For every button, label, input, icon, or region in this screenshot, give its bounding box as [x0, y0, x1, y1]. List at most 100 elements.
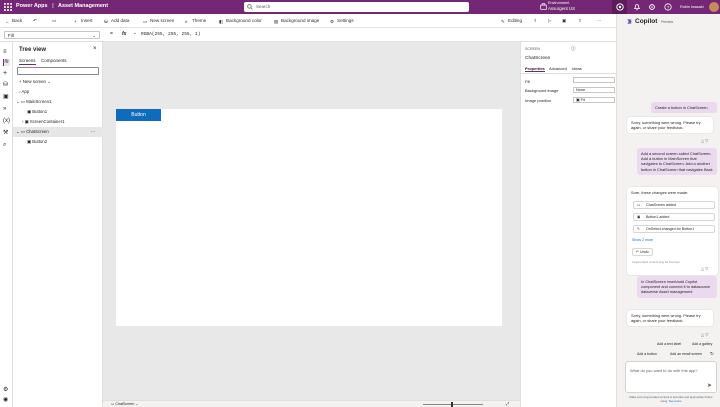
power-automate-icon[interactable]: » [3, 106, 10, 113]
terms-link[interactable]: See terms [669, 399, 682, 403]
search-icon[interactable]: ⌕ [3, 142, 10, 149]
account-icon[interactable]: ◉ [3, 397, 10, 404]
copilot-toggle[interactable] [612, 0, 627, 14]
property-dropdown[interactable]: Fill ⌄ [4, 31, 100, 39]
tree-node-button1[interactable]: ▣ Button1 [13, 107, 103, 117]
fill-color-picker[interactable] [573, 77, 615, 83]
tab-advanced[interactable]: Advanced [549, 66, 567, 71]
send-icon[interactable]: ➤ [707, 382, 712, 389]
background-image-button[interactable]: ▨ Background image [274, 18, 319, 24]
thumbs-up-icon[interactable]: △ [701, 138, 704, 143]
fullscreen-icon[interactable]: ⤢ [506, 401, 509, 406]
project-name[interactable]: Asset Management [58, 3, 108, 9]
media-icon[interactable]: ▣ [3, 94, 10, 101]
preview-button[interactable]: ▷ [548, 18, 552, 24]
new-screen-link[interactable]: + New screen ⌄ [19, 79, 51, 85]
variables-icon[interactable]: (x) [3, 118, 10, 125]
tools-icon[interactable]: ⚒ [3, 130, 10, 137]
chatscreen-canvas[interactable] [116, 109, 502, 326]
command-bar: ← Back ↶ ▭ + Insert ⛁ Add data ▭ New screen … [0, 14, 616, 28]
app-checker-button[interactable]: ⚕ [534, 18, 537, 24]
background-color-button[interactable]: ◧ Background color [219, 18, 262, 24]
save-button[interactable]: ▣ [562, 18, 566, 24]
environment-icon [540, 3, 547, 10]
data-icon[interactable]: ⛁ [3, 82, 10, 89]
background-color-label: Background color [226, 18, 262, 23]
close-icon[interactable]: × [93, 46, 97, 52]
editing-mode-button[interactable]: ✎ Editing [501, 18, 522, 24]
insert-icon[interactable]: + [3, 70, 10, 77]
back-button[interactable]: ← Back [5, 18, 22, 24]
suggestion-chip[interactable]: Add a text label [657, 342, 681, 346]
suggestion-chip[interactable]: Add a button [637, 352, 657, 356]
change-item[interactable]: ▣ Button1 added [633, 213, 715, 221]
zoom-slider-thumb[interactable] [451, 402, 453, 407]
tree-search-input[interactable] [17, 67, 99, 75]
tree-view-icon[interactable]: ≋ [3, 59, 10, 66]
clipboard-button[interactable]: ▭ [52, 18, 56, 24]
thumbs-up-icon[interactable]: △ [701, 266, 704, 271]
suggestion-chip[interactable]: Add an email screen [670, 352, 702, 356]
user-avatar[interactable] [709, 2, 719, 12]
suggestion-chip[interactable]: Add a gallery [692, 342, 712, 346]
app-launcher-icon[interactable] [4, 3, 12, 11]
feedback-buttons[interactable]: △ ▽ [701, 332, 708, 337]
settings-gear-icon[interactable] [648, 3, 656, 11]
chevron-down-icon: ⌄ [134, 402, 139, 406]
help-icon[interactable]: ⓘ [571, 46, 576, 52]
user-name: Robin Iwasaki [680, 5, 704, 9]
prop-image-position-label: Image position [525, 98, 552, 103]
thumbs-down-icon[interactable]: ▽ [705, 138, 708, 143]
notifications-icon[interactable] [633, 3, 641, 11]
help-icon[interactable]: ? [664, 3, 672, 11]
more-icon[interactable]: ⋯ [91, 127, 95, 137]
screen-breadcrumb[interactable]: ▭ ChatScreen ⌄ [111, 402, 138, 406]
tree-node-chatscreen[interactable]: ⌄ ▭ ChatScreen ⋯ [13, 127, 103, 137]
insert-button[interactable]: + Insert [74, 18, 93, 24]
add-data-button[interactable]: ⛁ Add data [104, 18, 129, 24]
feedback-buttons[interactable]: △ ▽ [701, 138, 708, 143]
chat-input[interactable]: What do you want to do with this app? ➤ [625, 361, 717, 393]
tab-properties[interactable]: Properties [525, 66, 545, 72]
environment-picker[interactable]: Environment Assurgent US [548, 1, 575, 11]
show-more-link[interactable]: Show 2 more [632, 238, 653, 242]
change-item[interactable]: ✎ OnSelect changed for Button1 [633, 225, 715, 233]
tab-components[interactable]: Components [41, 58, 67, 63]
image-position-dropdown[interactable]: ▣ Fit [573, 97, 615, 103]
thumbs-down-icon[interactable]: ▽ [705, 266, 708, 271]
settings-icon[interactable]: ⚙ [3, 387, 10, 394]
fx-icon[interactable]: fx [122, 31, 126, 37]
tree-node-screencontainer[interactable]: › ▣ ScreenContainer1 [13, 117, 103, 127]
tree-node-app[interactable]: ▫ App [13, 87, 103, 97]
tab-screens[interactable]: Screens [19, 58, 36, 65]
theme-button[interactable]: ◐ Theme [185, 18, 206, 24]
hamburger-menu-icon[interactable]: ≡ [3, 49, 10, 56]
publish-button[interactable]: ⇪ [578, 18, 582, 24]
plus-icon: + [74, 19, 77, 24]
feedback-buttons[interactable]: △ ▽ [701, 266, 708, 271]
fx-chevron-icon[interactable]: ⌄ [133, 30, 137, 36]
app-name[interactable]: Power Apps [16, 3, 48, 9]
property-name: Fill [8, 33, 14, 38]
app-header: Power Apps | Asset Management Search Env… [0, 0, 720, 14]
refresh-suggestions-icon[interactable]: ↻ [710, 351, 714, 357]
undo-button[interactable]: ↶ [33, 18, 37, 24]
new-screen-button[interactable]: ▭ New screen [143, 18, 174, 24]
prop-background-image-label: Background image [525, 88, 559, 93]
tab-ideas[interactable]: Ideas [572, 66, 582, 71]
copilot-footer: Make sure AI-generated content is accura… [627, 395, 715, 404]
zoom-slider[interactable] [423, 404, 483, 405]
tree-node-button2[interactable]: ▣ Button2 [13, 137, 103, 147]
chat-input-placeholder: What do you want to do with this app? [630, 368, 698, 373]
background-image-dropdown[interactable]: None [573, 87, 615, 93]
change-item[interactable]: ▭ ChatScreen added [633, 201, 715, 209]
thumbs-up-icon[interactable]: △ [701, 332, 704, 337]
canvas-button[interactable]: Button [116, 109, 161, 121]
search-input[interactable]: Search [244, 2, 469, 12]
thumbs-down-icon[interactable]: ▽ [705, 332, 708, 337]
undo-button[interactable]: ↶ Undo [632, 248, 653, 256]
formula-input[interactable]: RGBA(255, 255, 255, 1) [141, 32, 200, 37]
more-options-button[interactable]: ⋯ [597, 18, 602, 24]
tree-node-mainscreen[interactable]: ⌄ ▭ MainScreen1 [13, 97, 103, 107]
settings-button[interactable]: ⚙ Settings [330, 18, 354, 24]
